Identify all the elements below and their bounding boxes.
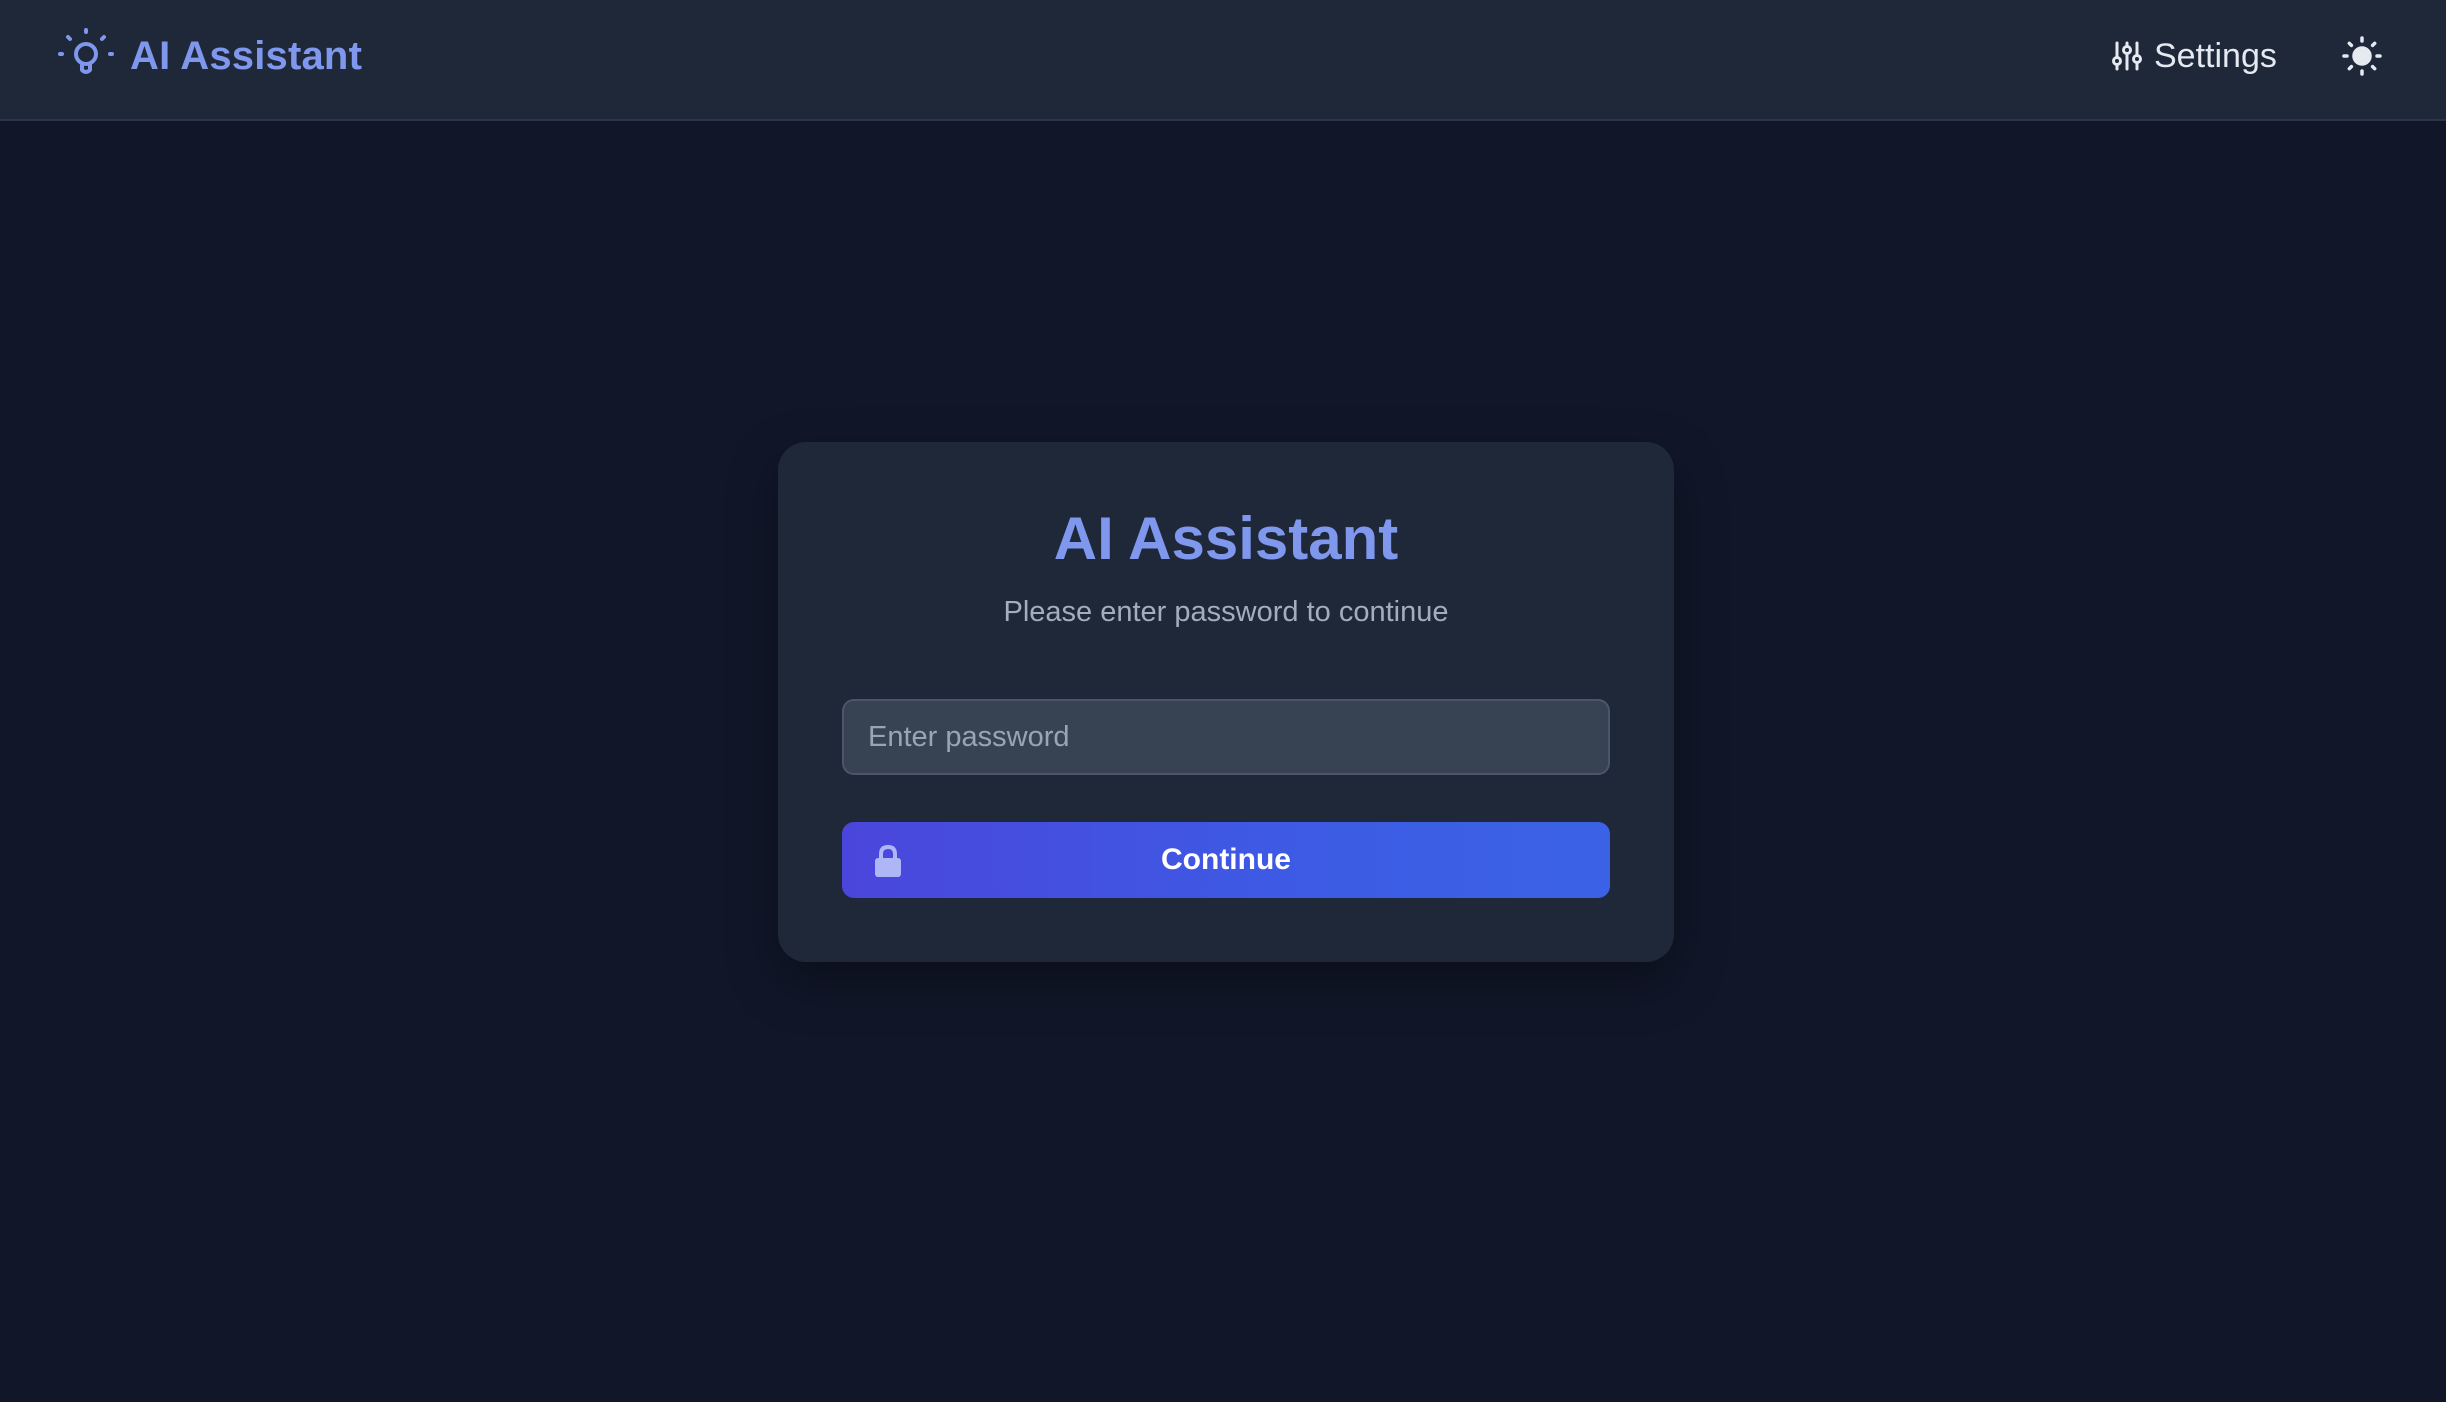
theme-toggle-button[interactable] [2338, 32, 2386, 80]
brand[interactable]: AI Assistant [56, 28, 362, 84]
top-navigation-bar: AI Assistant Settings [0, 0, 2446, 121]
card-title: AI Assistant [1053, 505, 1399, 572]
continue-label: Continue [1161, 843, 1291, 876]
sliders-icon [2112, 41, 2142, 71]
card-subtitle: Please enter password to continue [1003, 596, 1449, 628]
login-card: AI Assistant Please enter password to co… [778, 442, 1674, 962]
password-input[interactable] [842, 699, 1610, 775]
lightbulb-icon [58, 28, 114, 74]
settings-label: Settings [2154, 36, 2277, 75]
continue-button[interactable]: Continue [842, 822, 1610, 898]
lock-icon [875, 844, 901, 877]
sun-icon [2342, 36, 2382, 76]
brand-title: AI Assistant [130, 33, 363, 78]
settings-button[interactable]: Settings [2110, 30, 2277, 82]
